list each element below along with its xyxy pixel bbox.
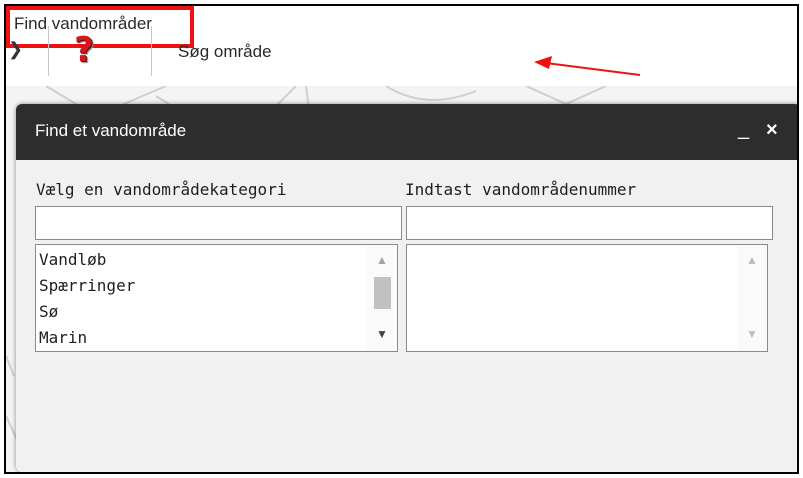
list-item[interactable]: Marin: [39, 325, 135, 351]
find-water-area-dialog: Find et vandområde _ × Vælg en vandområd…: [16, 104, 797, 472]
category-label: Vælg en vandområdekategori: [36, 180, 287, 199]
screenshot-frame: ❯ ? Søg område Find vandområder Find et …: [4, 4, 799, 474]
find-water-areas-highlight-box: Find vandområder: [6, 6, 194, 48]
toolbar-divider: [48, 26, 49, 76]
minimize-icon[interactable]: _: [738, 118, 749, 141]
list-item[interactable]: Sø: [39, 299, 135, 325]
number-label: Indtast vandområdenummer: [405, 180, 637, 199]
scrollbar-thumb[interactable]: [374, 277, 391, 309]
category-scrollbar[interactable]: ▲ ▼: [367, 245, 397, 351]
scroll-up-arrow-icon[interactable]: ▲: [367, 249, 397, 271]
help-question-icon[interactable]: ?: [70, 30, 98, 70]
toolbar: ❯ ? Søg område Find vandområder: [6, 6, 797, 86]
list-item[interactable]: Vandløb: [39, 247, 135, 273]
scroll-down-arrow-icon[interactable]: ▼: [737, 323, 767, 345]
category-list: Vandløb Spærringer Sø Marin: [39, 247, 135, 351]
water-area-number-input[interactable]: [406, 206, 773, 240]
category-listbox[interactable]: Vandløb Spærringer Sø Marin ▲ ▼: [35, 244, 398, 352]
scroll-down-arrow-icon[interactable]: ▼: [367, 323, 397, 345]
number-scrollbar[interactable]: ▲ ▼: [737, 245, 767, 351]
scroll-up-arrow-icon[interactable]: ▲: [737, 249, 767, 271]
annotation-arrow-icon: [534, 56, 641, 76]
water-area-number-listbox[interactable]: ▲ ▼: [406, 244, 768, 352]
close-icon[interactable]: ×: [766, 119, 778, 142]
dialog-header[interactable]: Find et vandområde _ ×: [16, 104, 797, 160]
dialog-title: Find et vandområde: [35, 121, 187, 140]
category-filter-input[interactable]: [35, 206, 402, 240]
toolbar-divider: [151, 26, 152, 76]
chevron-right-icon[interactable]: ❯: [8, 40, 23, 58]
list-item[interactable]: Spærringer: [39, 273, 135, 299]
search-area-button[interactable]: Søg område: [178, 42, 272, 62]
